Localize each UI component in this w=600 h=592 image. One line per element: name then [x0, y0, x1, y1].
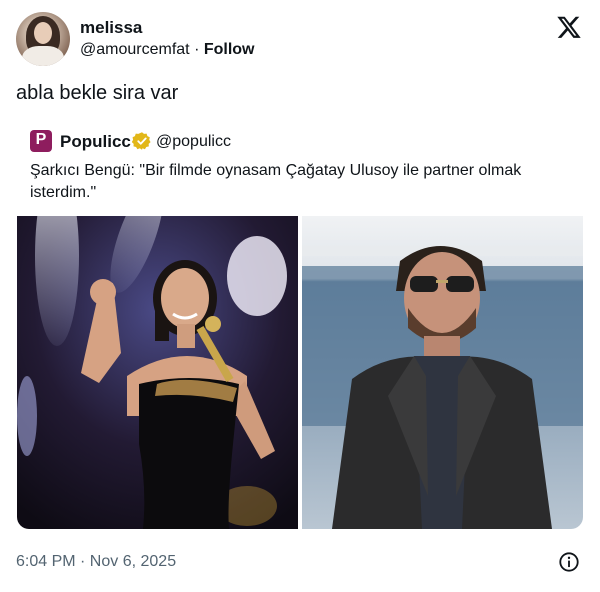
avatar[interactable]: [16, 12, 70, 66]
follow-button[interactable]: Follow: [204, 41, 255, 58]
separator: ·: [194, 41, 200, 58]
post-timestamp[interactable]: 6:04 PM · Nov 6, 2025: [16, 553, 176, 571]
verified-badge-icon: [132, 132, 151, 150]
tweet-text: abla bekle sira var: [16, 82, 179, 104]
singer-on-stage-photo[interactable]: [17, 216, 298, 529]
author-handle-line: @amourcemfat · Follow: [80, 41, 255, 59]
man-in-sunglasses-suit-photo[interactable]: [302, 216, 583, 529]
info-icon[interactable]: [558, 551, 580, 573]
populicc-logo-icon: P: [30, 130, 52, 152]
author-handle[interactable]: @amourcemfat: [80, 41, 190, 58]
quoted-text: Şarkıcı Bengü: "Bir filmde oynasam Çağat…: [30, 162, 522, 201]
quoted-author-handle[interactable]: @populicc: [156, 133, 231, 151]
quoted-author-name[interactable]: Populicc: [60, 132, 131, 152]
quoted-post[interactable]: P Populicc @populicc Şarkıcı Bengü: "Bir…: [16, 120, 585, 535]
x-logo-icon[interactable]: [556, 14, 582, 40]
author-name[interactable]: melissa: [80, 18, 142, 38]
